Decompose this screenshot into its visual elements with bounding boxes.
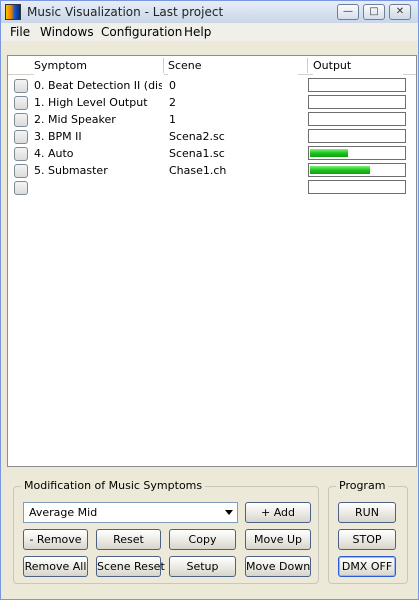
dmx-off-button[interactable]: DMX OFF [338,556,396,577]
row-checkbox[interactable] [14,113,28,127]
scene-cell: 1 [169,113,176,126]
output-meter [308,95,406,109]
app-window: Music Visualization - Last project — □ ✕… [0,0,419,600]
output-meter-fill [310,149,348,157]
app-icon [5,4,21,20]
symptom-cell: 1. High Level Output [34,96,148,109]
setup-button[interactable]: Setup [169,556,236,577]
symptom-type-dropdown[interactable]: Average Mid [23,502,238,523]
scene-reset-button[interactable]: Scene Reset [96,556,165,577]
add-button[interactable]: + Add [245,502,311,523]
symptom-cell: 0. Beat Detection II (dis... [34,79,162,92]
reset-button[interactable]: Reset [96,529,161,550]
column-header-output[interactable]: Output [313,56,403,75]
output-meter [308,163,406,177]
window-bottom-edge [1,595,418,599]
symptom-cell: 5. Submaster [34,164,108,177]
remove-all-button[interactable]: Remove All [23,556,88,577]
row-checkbox[interactable] [14,147,28,161]
chevron-down-icon[interactable] [225,510,233,515]
run-button[interactable]: RUN [338,502,396,523]
symptom-type-value: Average Mid [29,506,98,519]
symptom-list[interactable]: Symptom Scene Output 0. Beat Detection I… [7,55,417,467]
scene-cell: Chase1.ch [169,164,227,177]
table-row[interactable] [8,179,416,196]
menu-help[interactable]: Help [184,25,211,39]
symptom-cell: 2. Mid Speaker [34,113,116,126]
output-meter [308,146,406,160]
row-checkbox[interactable] [14,96,28,110]
table-row[interactable]: 5. Submaster Chase1.ch [8,162,416,179]
scene-cell: Scena1.sc [169,147,225,160]
menu-configuration[interactable]: Configuration [101,25,182,39]
column-header-scene[interactable]: Scene [168,56,298,75]
menu-bar: File Windows Configuration Help [1,23,418,41]
modification-group-title: Modification of Music Symptoms [21,479,206,492]
menu-file[interactable]: File [10,25,30,39]
remove-button[interactable]: - Remove [23,529,88,550]
stop-button[interactable]: STOP [338,529,396,550]
output-meter-fill [310,166,370,174]
table-row[interactable]: 2. Mid Speaker 1 [8,111,416,128]
output-meter [308,78,406,92]
scene-cell: Scena2.sc [169,130,225,143]
symptom-cell: 4. Auto [34,147,74,160]
output-meter [308,129,406,143]
row-checkbox[interactable] [14,79,28,93]
table-row[interactable]: 0. Beat Detection II (dis... 0 [8,77,416,94]
scene-cell: 0 [169,79,176,92]
minimize-button[interactable]: — [337,4,359,20]
move-down-button[interactable]: Move Down [245,556,311,577]
column-divider[interactable] [307,58,308,73]
scene-cell: 2 [169,96,176,109]
table-row[interactable]: 1. High Level Output 2 [8,94,416,111]
output-meter [308,180,406,194]
program-group-title: Program [336,479,389,492]
output-meter [308,112,406,126]
column-divider[interactable] [163,58,164,73]
row-checkbox[interactable] [14,164,28,178]
table-row[interactable]: 4. Auto Scena1.sc [8,145,416,162]
copy-button[interactable]: Copy [169,529,236,550]
move-up-button[interactable]: Move Up [245,529,311,550]
title-bar[interactable]: Music Visualization - Last project — □ ✕ [1,1,418,23]
close-button[interactable]: ✕ [389,4,411,20]
table-row[interactable]: 3. BPM II Scena2.sc [8,128,416,145]
symptom-cell: 3. BPM II [34,130,82,143]
column-header-symptom[interactable]: Symptom [34,56,164,75]
window-title: Music Visualization - Last project [27,5,224,19]
row-checkbox[interactable] [14,130,28,144]
row-checkbox[interactable] [14,181,28,195]
maximize-button[interactable]: □ [363,4,385,20]
menu-windows[interactable]: Windows [40,25,94,39]
